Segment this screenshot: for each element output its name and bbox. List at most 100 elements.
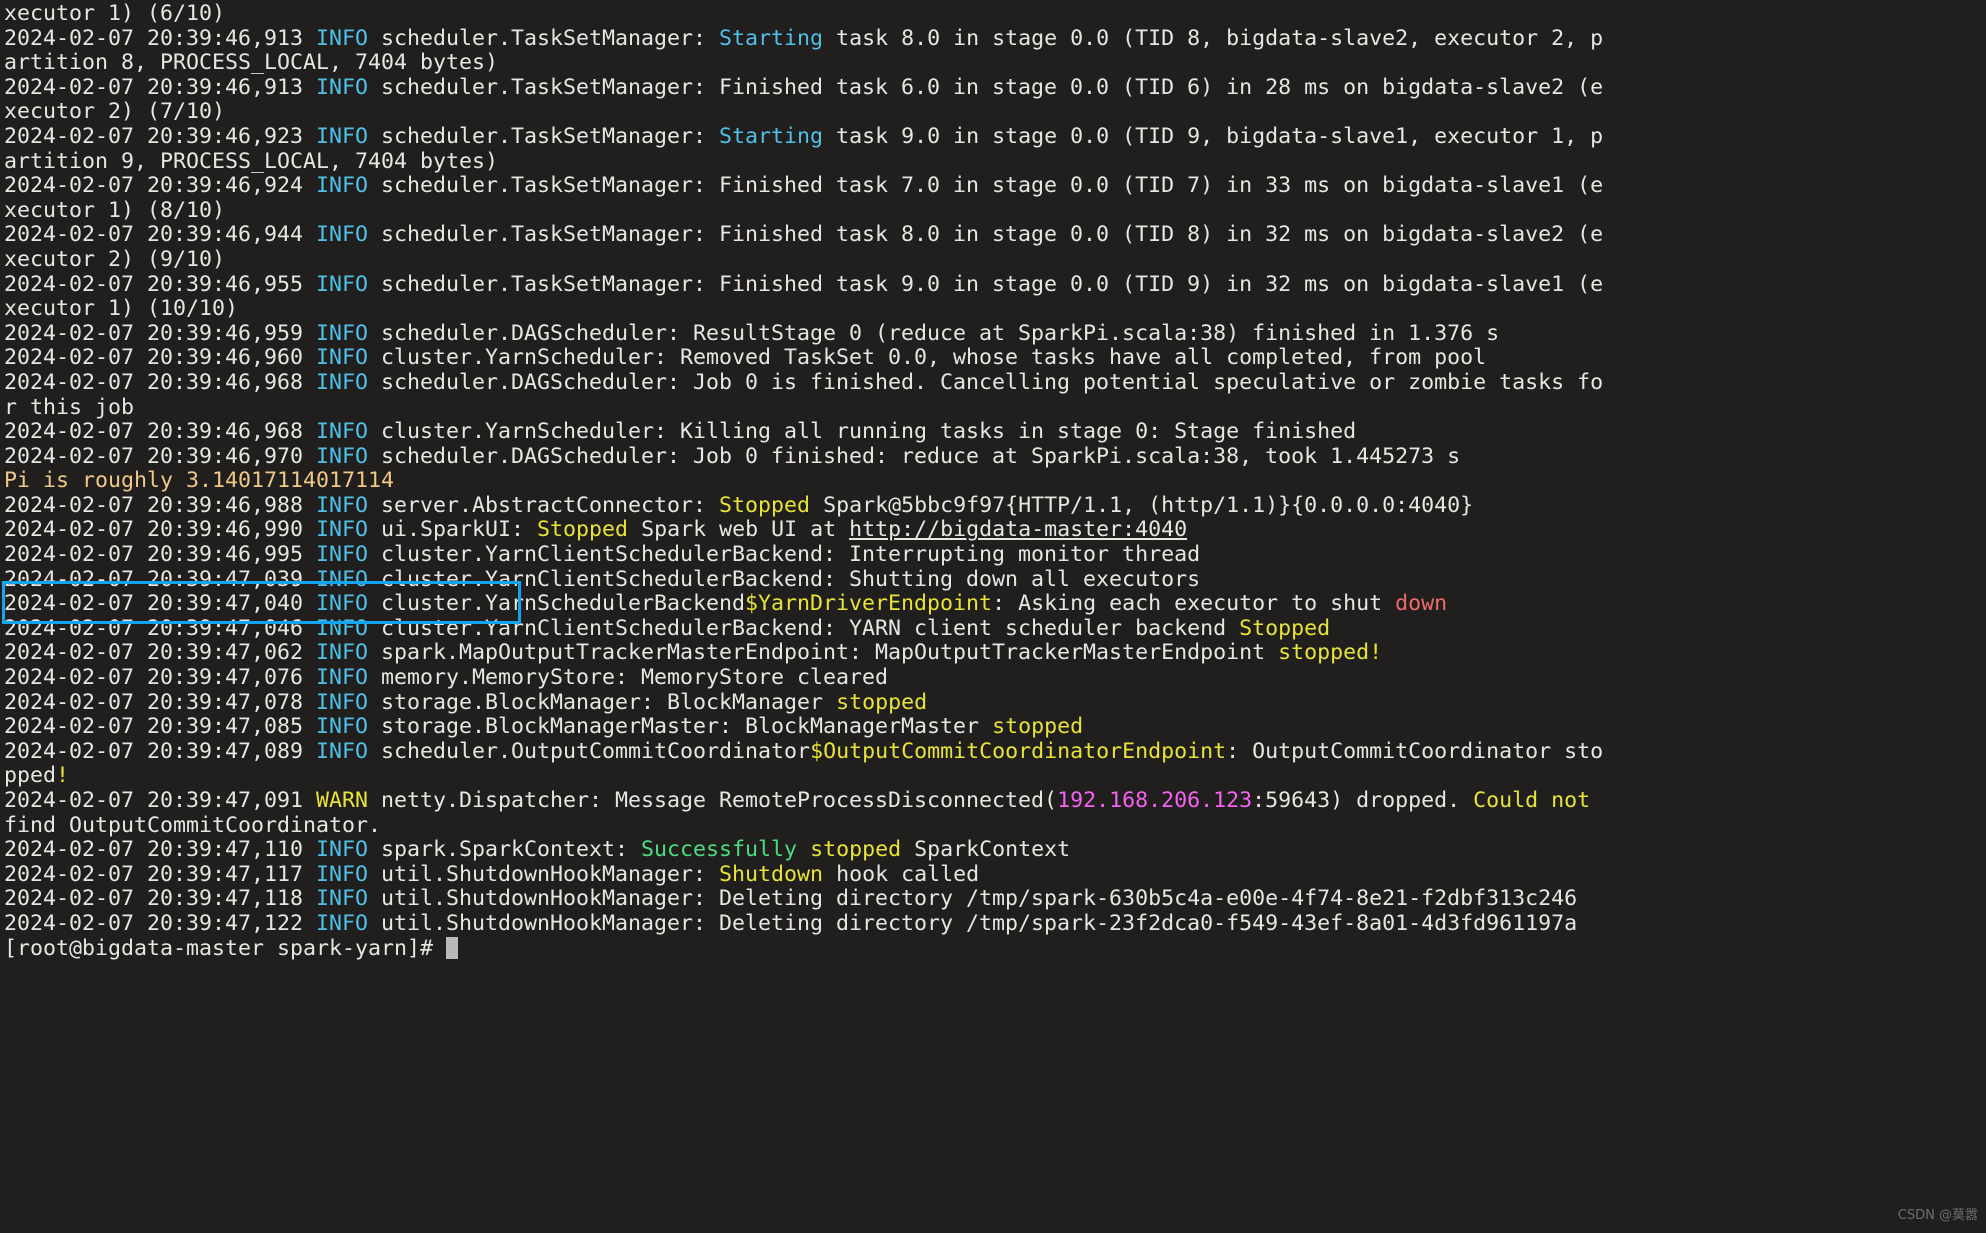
log-timestamp: 2024-02-07 20:39:47,091 <box>4 788 317 813</box>
log-line: 2024-02-07 20:39:47,091 WARN netty.Dispa… <box>4 788 1986 814</box>
log-timestamp: 2024-02-07 20:39:47,085 <box>4 714 317 740</box>
log-timestamp: 2024-02-07 20:39:46,988 <box>4 492 317 518</box>
log-text: scheduler.TaskSetManager: Finished task … <box>368 173 1604 199</box>
log-keyword: stopped <box>810 837 902 863</box>
log-source: server.AbstractConnector: <box>368 492 720 518</box>
log-level: INFO <box>316 591 369 617</box>
log-text: cluster.YarnClientSchedulerBackend: Shut… <box>368 566 1201 592</box>
log-source: scheduler.TaskSetManager: <box>368 25 720 51</box>
log-level: INFO <box>316 173 369 199</box>
log-level: INFO <box>316 542 369 568</box>
log-text: netty.Dispatcher: Message RemoteProcessD… <box>368 788 1058 813</box>
log-source: util.ShutdownHookManager: <box>368 861 720 887</box>
log-line: artition 8, PROCESS_LOCAL, 7404 bytes) <box>4 50 1986 76</box>
log-line: 2024-02-07 20:39:46,959 INFO scheduler.D… <box>4 320 1986 347</box>
log-line: 2024-02-07 20:39:46,960 INFO cluster.Yar… <box>4 346 1986 371</box>
log-level: WARN <box>316 788 369 813</box>
log-keyword: Shutdown <box>719 861 824 887</box>
spark-ui-link[interactable]: http://bigdata-master:4040 <box>849 517 1187 543</box>
watermark-label: CSDN @莫嚣 <box>1897 1208 1978 1224</box>
log-timestamp: 2024-02-07 20:39:46,970 <box>4 443 317 469</box>
log-text: memory.MemoryStore: MemoryStore cleared <box>368 665 889 691</box>
log-line: 2024-02-07 20:39:46,988 INFO server.Abst… <box>4 492 1986 519</box>
log-line: 2024-02-07 20:39:47,039 INFO cluster.Yar… <box>4 566 1986 593</box>
log-timestamp: 2024-02-07 20:39:46,990 <box>4 517 317 543</box>
log-keyword: stopped! <box>1278 640 1383 666</box>
log-level: INFO <box>316 345 369 371</box>
log-endpoint: $OutputCommitCoordinatorEndpoint <box>810 738 1227 764</box>
log-timestamp: 2024-02-07 20:39:46,913 <box>4 25 317 51</box>
log-line: 2024-02-07 20:39:46,924 INFO scheduler.T… <box>4 173 1986 199</box>
log-line: 2024-02-07 20:39:47,117 INFO util.Shutdo… <box>4 861 1986 888</box>
log-line: 2024-02-07 20:39:47,089 INFO scheduler.O… <box>4 738 1986 765</box>
log-timestamp: 2024-02-07 20:39:46,924 <box>4 173 317 199</box>
log-level: INFO <box>316 492 369 518</box>
log-timestamp: 2024-02-07 20:39:46,968 <box>4 419 317 445</box>
log-text: pped <box>4 763 57 789</box>
log-timestamp: 2024-02-07 20:39:47,117 <box>4 861 317 887</box>
log-timestamp: 2024-02-07 20:39:47,040 <box>4 591 317 617</box>
log-keyword: stopped <box>836 689 928 715</box>
log-line: 2024-02-07 20:39:46,990 INFO ui.SparkUI:… <box>4 518 1986 543</box>
log-text: spark.MapOutputTrackerMasterEndpoint: Ma… <box>368 640 1279 666</box>
log-text: scheduler.DAGScheduler: Job 0 is finishe… <box>368 369 1604 395</box>
log-level: INFO <box>316 271 369 297</box>
log-text: util.ShutdownHookManager: Deleting direc… <box>368 910 1578 936</box>
log-keyword: Stopped <box>719 492 811 518</box>
log-text: cluster.YarnClientSchedulerBackend: YARN… <box>368 615 1240 641</box>
log-timestamp: 2024-02-07 20:39:46,955 <box>4 271 317 297</box>
log-line: 2024-02-07 20:39:46,995 INFO cluster.Yar… <box>4 542 1986 568</box>
log-timestamp: 2024-02-07 20:39:47,078 <box>4 689 317 715</box>
log-level: INFO <box>316 222 369 248</box>
log-text: :59643) dropped. <box>1252 788 1474 813</box>
log-line: 2024-02-07 20:39:47,122 INFO util.Shutdo… <box>4 910 1986 937</box>
shell-prompt: [root@bigdata-master spark-yarn]# <box>4 935 447 961</box>
log-line: 2024-02-07 20:39:47,110 INFO spark.Spark… <box>4 837 1986 863</box>
log-source: scheduler.OutputCommitCoordinator <box>368 738 811 764</box>
log-text: Spark web UI at <box>628 517 850 543</box>
log-keyword: stopped <box>992 714 1084 740</box>
log-line: 2024-02-07 20:39:46,955 INFO scheduler.T… <box>4 271 1986 298</box>
log-line: 2024-02-07 20:39:46,944 INFO scheduler.T… <box>4 223 1986 248</box>
shell-prompt-line[interactable]: [root@bigdata-master spark-yarn]# <box>4 935 1986 962</box>
log-keyword: Starting <box>719 25 824 51</box>
log-text: hook called <box>823 861 980 887</box>
log-line: 2024-02-07 20:39:47,078 INFO storage.Blo… <box>4 689 1986 716</box>
log-text: cluster.YarnScheduler: Removed TaskSet 0… <box>368 345 1487 371</box>
log-source: spark.SparkContext: <box>368 837 642 863</box>
log-timestamp: 2024-02-07 20:39:47,118 <box>4 886 317 912</box>
log-level: INFO <box>316 714 369 740</box>
log-level: INFO <box>316 419 369 445</box>
log-line: xecutor 1) (10/10) <box>4 296 1986 322</box>
log-timestamp: 2024-02-07 20:39:47,076 <box>4 665 317 691</box>
log-timestamp: 2024-02-07 20:39:46,960 <box>4 345 317 371</box>
log-endpoint: $YarnDriverEndpoint <box>745 591 993 617</box>
log-text: xecutor 1) (6/10) <box>4 1 226 26</box>
log-text: cluster.YarnClientSchedulerBackend: Inte… <box>368 542 1201 568</box>
log-timestamp: 2024-02-07 20:39:46,959 <box>4 320 317 346</box>
log-keyword: Stopped <box>537 517 629 543</box>
log-line: artition 9, PROCESS_LOCAL, 7404 bytes) <box>4 148 1986 175</box>
log-keyword: Stopped <box>1239 615 1331 641</box>
log-line: 2024-02-07 20:39:46,968 INFO scheduler.D… <box>4 369 1986 396</box>
log-line: 2024-02-07 20:39:46,913 INFO scheduler.T… <box>4 74 1986 101</box>
log-line: xecutor 2) (9/10) <box>4 247 1986 273</box>
terminal-window[interactable]: xecutor 1) (6/10) 2024-02-07 20:39:46,91… <box>0 0 1986 1233</box>
log-text: r this job <box>4 394 135 420</box>
log-text: artition 9, PROCESS_LOCAL, 7404 bytes) <box>4 148 499 174</box>
log-timestamp: 2024-02-07 20:39:47,110 <box>4 837 317 863</box>
log-text: scheduler.TaskSetManager: Finished task … <box>368 74 1604 100</box>
log-line: 2024-02-07 20:39:47,062 INFO spark.MapOu… <box>4 641 1986 666</box>
log-text: scheduler.DAGScheduler: Job 0 finished: … <box>368 443 1461 469</box>
log-text: task 8.0 in stage 0.0 (TID 8, bigdata-sl… <box>823 25 1604 51</box>
log-line: 2024-02-07 20:39:47,076 INFO memory.Memo… <box>4 665 1986 691</box>
log-timestamp: 2024-02-07 20:39:47,122 <box>4 910 317 936</box>
text-cursor <box>446 936 459 959</box>
log-line: xecutor 2) (7/10) <box>4 100 1986 125</box>
log-line: 2024-02-07 20:39:47,040 INFO cluster.Yar… <box>4 591 1986 617</box>
log-keyword: Could not <box>1473 788 1591 813</box>
log-timestamp: 2024-02-07 20:39:47,039 <box>4 566 317 592</box>
log-level: INFO <box>316 443 369 469</box>
log-text: : Asking each executor to shut <box>992 591 1396 617</box>
